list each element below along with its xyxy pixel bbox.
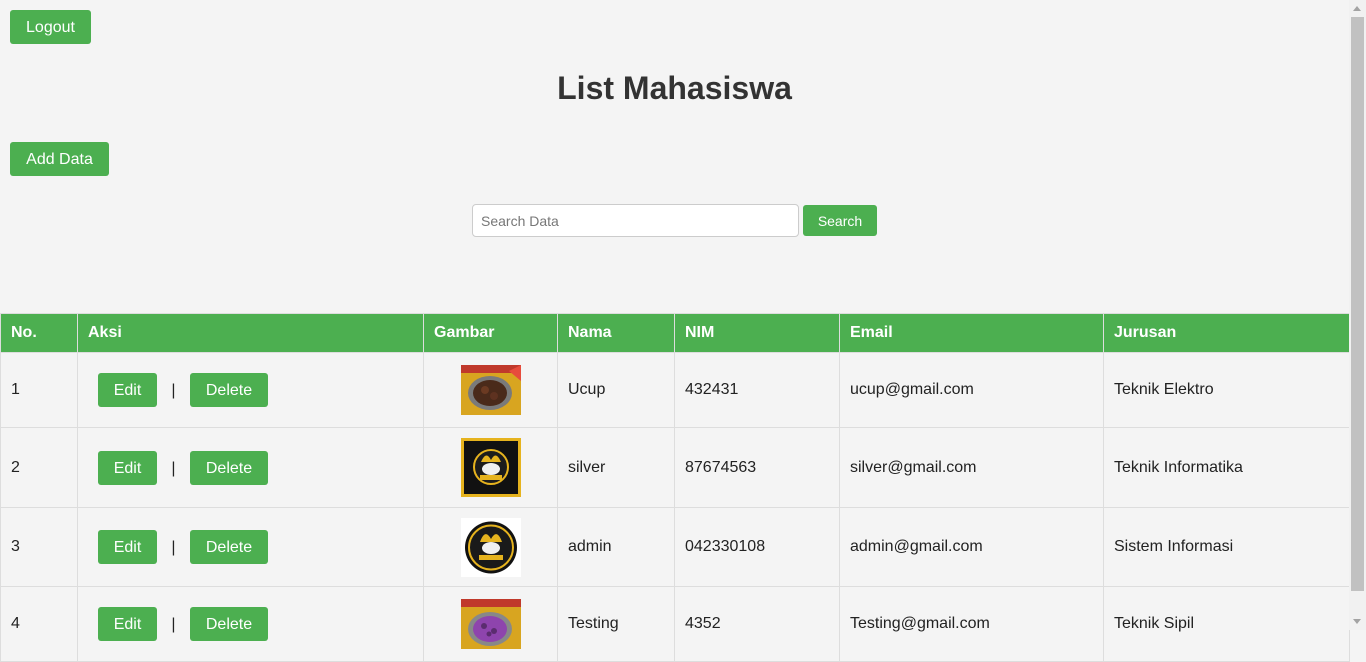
- cell-nim: 4352: [674, 586, 840, 662]
- student-photo-food-purple: [460, 599, 521, 649]
- student-photo-food: [460, 365, 521, 415]
- cell-aksi: Edit | Delete: [77, 352, 424, 428]
- cell-aksi: Edit | Delete: [77, 586, 424, 662]
- edit-button[interactable]: Edit: [98, 450, 157, 485]
- cell-nama: Ucup: [557, 352, 675, 428]
- scroll-up-arrow-icon[interactable]: [1353, 6, 1361, 11]
- cell-gambar: [423, 427, 558, 508]
- mahasiswa-table: No. Aksi Gambar Nama NIM Email Jurusan 1…: [0, 313, 1350, 662]
- column-header-nim: NIM: [674, 313, 840, 353]
- scrollbar-thumb[interactable]: [1351, 17, 1364, 591]
- search-button[interactable]: Search: [803, 205, 877, 236]
- column-header-aksi: Aksi: [77, 313, 424, 353]
- cell-jurusan: Teknik Sipil: [1103, 586, 1350, 662]
- column-header-nama: Nama: [557, 313, 675, 353]
- cell-email: silver@gmail.com: [839, 427, 1104, 508]
- cell-nama: admin: [557, 507, 675, 587]
- table-row: 4 Edit | Delete Testing 4352 Testing@gmail…: [0, 586, 1350, 662]
- edit-button[interactable]: Edit: [98, 530, 157, 564]
- table-row: 3 Edit | Delete admin 042330108 admin@gmai…: [0, 507, 1350, 587]
- delete-button[interactable]: Delete: [190, 530, 268, 564]
- cell-nama: Testing: [557, 586, 675, 662]
- action-separator: |: [171, 616, 176, 633]
- action-separator: |: [171, 382, 176, 399]
- cell-nama: silver: [557, 427, 675, 508]
- action-separator: |: [171, 539, 176, 556]
- cell-nim: 432431: [674, 352, 840, 428]
- action-separator: |: [171, 459, 176, 477]
- cell-nim: 87674563: [674, 427, 840, 508]
- cell-no: 1: [0, 352, 78, 428]
- delete-button[interactable]: Delete: [190, 607, 268, 641]
- table-row: 1 Edit | Delete Ucup 432431 ucup@gmail.com…: [0, 352, 1350, 428]
- cell-gambar: [423, 586, 558, 662]
- edit-button[interactable]: Edit: [98, 373, 157, 407]
- page-title: List Mahasiswa: [557, 70, 792, 106]
- add-data-button[interactable]: Add Data: [10, 142, 109, 176]
- table-header-row: No. Aksi Gambar Nama NIM Email Jurusan: [0, 313, 1350, 353]
- cell-aksi: Edit | Delete: [77, 427, 424, 508]
- cell-gambar: [423, 352, 558, 428]
- delete-button[interactable]: Delete: [190, 450, 268, 485]
- cell-jurusan: Sistem Informasi: [1103, 507, 1350, 587]
- cell-gambar: [423, 507, 558, 587]
- delete-button[interactable]: Delete: [190, 373, 268, 407]
- column-header-email: Email: [839, 313, 1104, 353]
- column-header-jurusan: Jurusan: [1103, 313, 1350, 353]
- logout-button[interactable]: Logout: [10, 10, 91, 44]
- search-input[interactable]: [472, 204, 799, 237]
- cell-no: 2: [0, 427, 78, 508]
- column-header-gambar: Gambar: [423, 313, 558, 353]
- cell-email: Testing@gmail.com: [839, 586, 1104, 662]
- cell-email: admin@gmail.com: [839, 507, 1104, 587]
- cell-no: 3: [0, 507, 78, 587]
- cell-nim: 042330108: [674, 507, 840, 587]
- student-photo-logo-black: [460, 438, 521, 497]
- student-photo-logo-round: [460, 517, 521, 577]
- scroll-down-arrow-icon[interactable]: [1353, 619, 1361, 624]
- cell-email: ucup@gmail.com: [839, 352, 1104, 428]
- table-row: 2 Edit | Delete silver 87674563 silver@gma…: [0, 427, 1350, 508]
- edit-button[interactable]: Edit: [98, 607, 157, 641]
- cell-jurusan: Teknik Informatika: [1103, 427, 1350, 508]
- cell-no: 4: [0, 586, 78, 662]
- column-header-no: No.: [0, 313, 78, 353]
- vertical-scrollbar[interactable]: [1349, 0, 1366, 630]
- cell-jurusan: Teknik Elektro: [1103, 352, 1350, 428]
- cell-aksi: Edit | Delete: [77, 507, 424, 587]
